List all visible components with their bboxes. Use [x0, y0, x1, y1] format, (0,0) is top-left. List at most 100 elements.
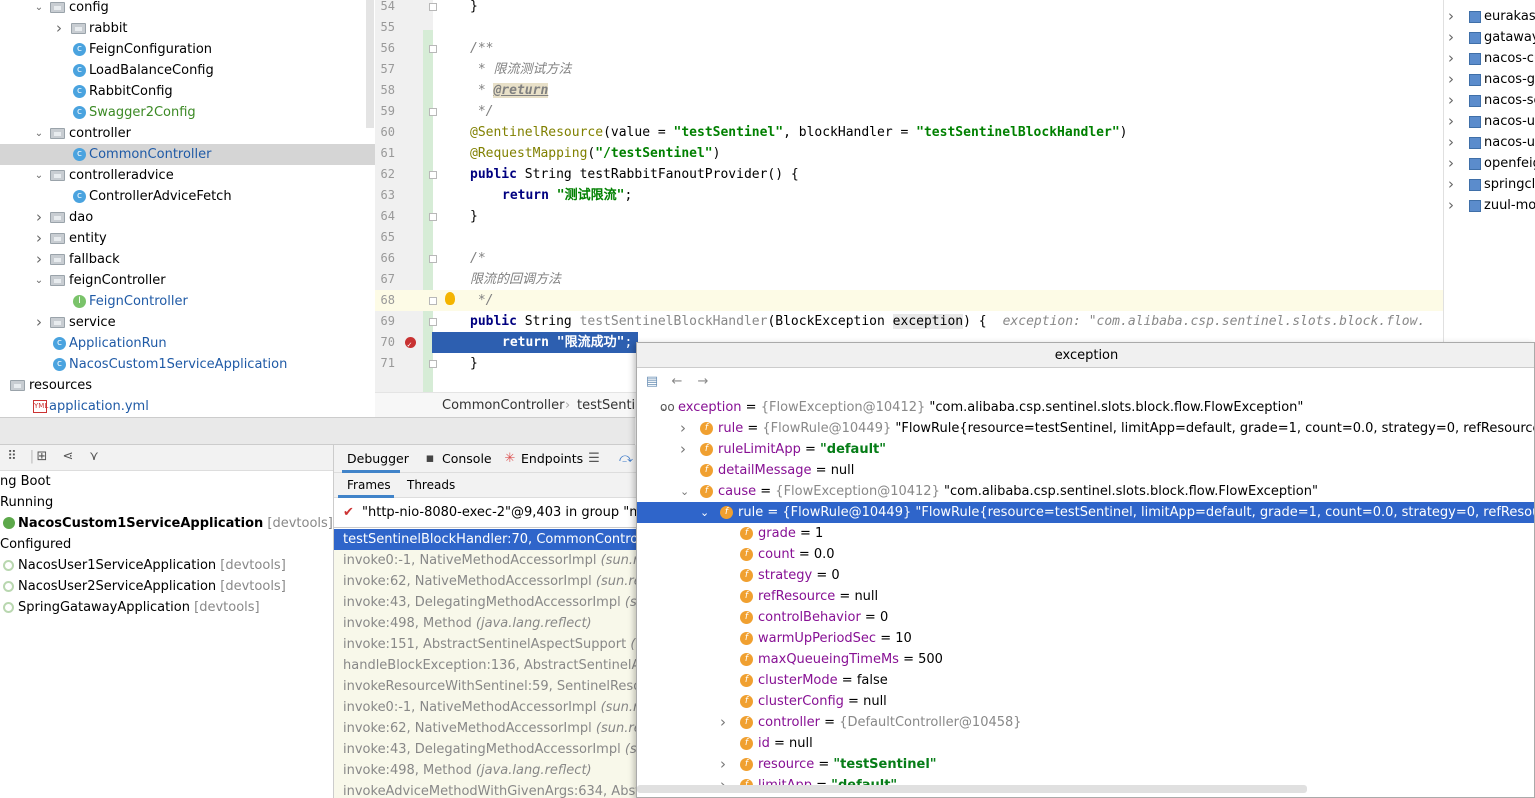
tree-scrollbar[interactable] — [366, 0, 374, 128]
code-line[interactable]: 54} — [375, 0, 1443, 17]
intention-bulb-icon[interactable] — [445, 292, 455, 305]
fold-marker-icon[interactable] — [429, 171, 437, 179]
variable-node[interactable]: f controlBehavior = 0 — [637, 607, 1534, 628]
stack-frame[interactable]: invoke:43, DelegatingMethodAccessorImpl … — [334, 592, 636, 613]
chevron-right-icon[interactable]: › — [1448, 111, 1454, 132]
tree-item[interactable]: c ControllerAdviceFetch — [0, 186, 375, 207]
chevron-right-icon[interactable]: › — [34, 249, 44, 270]
back-arrow-icon[interactable]: ← — [669, 374, 685, 390]
variable-node[interactable]: f refResource = null — [637, 586, 1534, 607]
code-line[interactable]: 64} — [375, 206, 1443, 227]
fold-marker-icon[interactable] — [429, 360, 437, 368]
variable-node[interactable]: f clusterConfig = null — [637, 691, 1534, 712]
chevron-right-icon[interactable]: › — [34, 207, 44, 228]
code-editor[interactable]: 54} 55 56/** 57 * 限流测试方法 58 * @return 59 */60… — [375, 0, 1443, 392]
variable-node[interactable]: ⌄ f cause = {FlowException@10412} "com.ali… — [637, 481, 1534, 502]
module-item[interactable]: › nacos-se — [1444, 90, 1535, 111]
thread-selector[interactable]: ✔ "http-nio-8080-exec-2"@9,403 in group … — [334, 498, 636, 528]
step-over-icon[interactable]: ⤼ — [618, 451, 634, 467]
code-line[interactable]: 65 — [375, 227, 1443, 248]
tree-item[interactable]: c FeignConfiguration — [0, 39, 375, 60]
code-line[interactable]: 62 public String testRabbitFanoutProvider… — [375, 164, 1443, 185]
chevron-down-icon[interactable]: ⌄ — [34, 123, 44, 144]
tree-item[interactable]: c ApplicationRun — [0, 333, 375, 354]
tree-item[interactable]: c NacosCustom1ServiceApplication — [0, 354, 375, 375]
stack-frame[interactable]: handleBlockException:136, AbstractSentin… — [334, 655, 636, 676]
tree-item[interactable]: › fallback — [0, 249, 375, 270]
variable-node[interactable]: f count = 0.0 — [637, 544, 1534, 565]
breadcrumb-method[interactable]: testSentin — [577, 393, 640, 418]
stack-frame[interactable]: invoke:498, Method (java.lang.reflect) — [334, 613, 636, 634]
module-item[interactable]: › nacos-cu — [1444, 48, 1535, 69]
code-line[interactable]: 68 */ — [375, 290, 1443, 311]
module-item[interactable]: › nacos-ga — [1444, 69, 1535, 90]
forward-arrow-icon[interactable]: → — [695, 374, 711, 390]
breadcrumb-class[interactable]: CommonController — [442, 393, 565, 418]
code-line[interactable]: 61 @RequestMapping("/testSentinel") — [375, 143, 1443, 164]
share-icon[interactable]: ⋖ — [60, 449, 76, 465]
tree-item[interactable]: c Swagger2Config — [0, 102, 375, 123]
chevron-right-icon[interactable]: › — [1448, 6, 1454, 27]
horizontal-scrollbar[interactable] — [637, 785, 1307, 793]
variable-node[interactable]: ⌄ f rule = {FlowRule@10449} "FlowRule{reso… — [637, 502, 1534, 523]
tab-frames[interactable]: Frames — [338, 473, 394, 498]
chevron-down-icon[interactable]: ⌄ — [680, 481, 689, 502]
tree-item[interactable]: c RabbitConfig — [0, 81, 375, 102]
variable-node[interactable]: f detailMessage = null — [637, 460, 1534, 481]
tree-item[interactable]: c CommonController — [0, 144, 375, 165]
menu-icon[interactable]: ☰ — [586, 451, 602, 467]
tab-threads[interactable]: Threads — [407, 473, 455, 498]
code-line[interactable]: 69 public String testSentinelBlockHandler… — [375, 311, 1443, 332]
variable-node[interactable]: f clusterMode = false — [637, 670, 1534, 691]
chevron-down-icon[interactable]: ⌄ — [34, 270, 44, 291]
variable-node[interactable]: f strategy = 0 — [637, 565, 1534, 586]
tree-item[interactable]: ⌄ feignController — [0, 270, 375, 291]
service-item[interactable]: Configured — [0, 534, 71, 555]
tab-endpoints[interactable]: Endpoints — [521, 445, 583, 473]
stack-frame[interactable]: invokeAdviceMethodWithGivenArgs:634, Abs… — [334, 781, 636, 798]
code-line[interactable]: 58 * @return — [375, 80, 1443, 101]
chevron-right-icon[interactable]: › — [720, 754, 726, 775]
fold-marker-icon[interactable] — [429, 45, 437, 53]
service-item[interactable]: Running — [0, 492, 53, 513]
tree-item[interactable]: ⌄ controlleradvice — [0, 165, 375, 186]
stack-frame[interactable]: invoke0:-1, NativeMethodAccessorImpl (su… — [334, 697, 636, 718]
hierarchy-icon[interactable]: ▤ — [644, 374, 660, 390]
chevron-right-icon[interactable]: › — [680, 418, 686, 439]
code-line[interactable]: 56 /** — [375, 38, 1443, 59]
module-item[interactable]: › zuul-moc — [1444, 195, 1535, 216]
tree-item[interactable]: ⌄ controller — [0, 123, 375, 144]
chevron-right-icon[interactable]: › — [34, 312, 44, 333]
fold-marker-icon[interactable] — [429, 255, 437, 263]
module-item[interactable]: › springclo — [1444, 174, 1535, 195]
module-item[interactable]: › gataway- — [1444, 27, 1535, 48]
chevron-right-icon[interactable]: › — [1448, 27, 1454, 48]
fold-marker-icon[interactable] — [429, 3, 437, 11]
filter-icon[interactable]: ⋎ — [86, 449, 102, 465]
stack-frame[interactable]: invokeResourceWithSentinel:59, SentinelR… — [334, 676, 636, 697]
stack-frame[interactable]: testSentinelBlockHandler:70, CommonContr… — [334, 529, 636, 550]
chevron-right-icon[interactable]: › — [1448, 132, 1454, 153]
chevron-right-icon[interactable]: › — [1448, 174, 1454, 195]
tree-item[interactable]: I FeignController — [0, 291, 375, 312]
tree-item[interactable]: › dao — [0, 207, 375, 228]
code-line[interactable]: 67 限流的回调方法 — [375, 269, 1443, 290]
module-item[interactable]: › nacos-us — [1444, 132, 1535, 153]
variable-node[interactable]: f grade = 1 — [637, 523, 1534, 544]
service-item[interactable]: ng Boot — [0, 471, 51, 492]
breakpoint-icon[interactable] — [405, 334, 416, 355]
tree-item[interactable]: c LoadBalanceConfig — [0, 60, 375, 81]
variable-node[interactable]: ⌄ oo exception = {FlowException@10412} "co… — [637, 397, 1534, 418]
variable-node[interactable]: › f resource = "testSentinel" — [637, 754, 1534, 775]
code-line[interactable]: 63 return "测试限流"; — [375, 185, 1443, 206]
chevron-right-icon[interactable]: › — [54, 18, 64, 39]
tab-console[interactable]: Console — [442, 445, 492, 473]
tab-debugger[interactable]: Debugger — [342, 445, 409, 473]
chevron-right-icon[interactable]: › — [680, 439, 686, 460]
code-line[interactable]: 55 — [375, 17, 1443, 38]
tree-item[interactable]: ⌄ config — [0, 0, 375, 18]
chevron-down-icon[interactable]: ⌄ — [700, 502, 709, 523]
add-service-icon[interactable]: ⊞ — [34, 449, 50, 465]
chevron-down-icon[interactable]: ⌄ — [34, 0, 44, 18]
module-item[interactable]: › openfeig — [1444, 153, 1535, 174]
